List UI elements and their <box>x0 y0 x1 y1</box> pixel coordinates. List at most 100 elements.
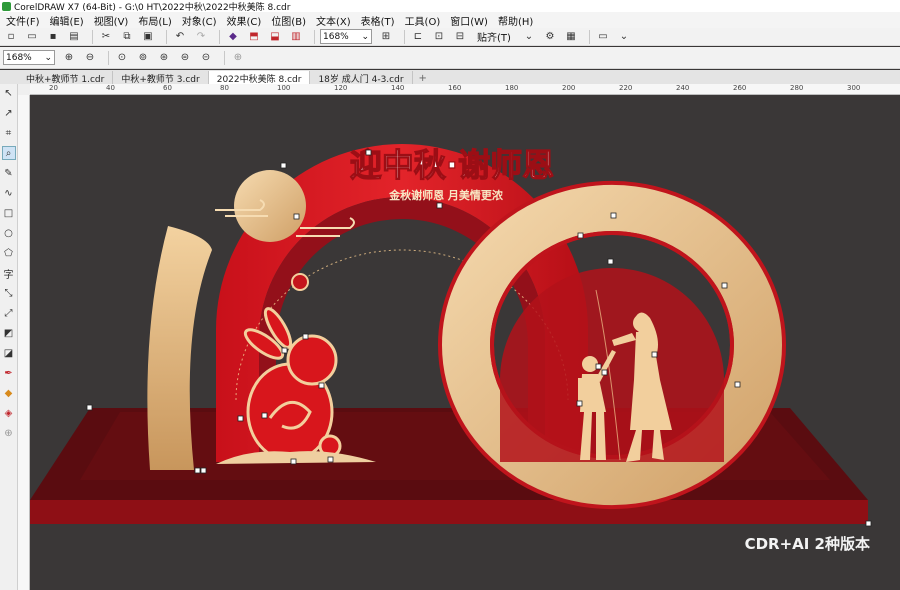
full-screen-icon[interactable]: ⊞ <box>378 30 394 44</box>
selection-handle[interactable] <box>577 232 584 239</box>
zoom-tool-icon[interactable]: ⌕ <box>1 146 16 160</box>
crop-tool-icon[interactable]: ⌗ <box>2 126 16 140</box>
color-eyedropper-tool-icon[interactable]: ✒ <box>2 366 16 380</box>
menu-view[interactable]: 视图(V) <box>92 13 137 28</box>
selection-handle[interactable] <box>595 363 602 370</box>
menu-object[interactable]: 对象(C) <box>180 13 225 28</box>
toolbar-divider <box>166 29 167 44</box>
ruler-origin[interactable] <box>18 84 30 95</box>
selection-handle[interactable] <box>327 456 334 463</box>
export-pdf-icon[interactable]: ▥ <box>288 30 304 44</box>
connector-tool-icon[interactable]: ⤢ <box>2 306 16 320</box>
text-tool-icon[interactable]: 字 <box>2 266 16 281</box>
show-grid-icon[interactable]: ⊡ <box>431 30 447 44</box>
selection-handle[interactable] <box>200 467 207 474</box>
zoom-out-icon[interactable]: ⊖ <box>82 51 98 65</box>
options-icon[interactable]: ⚙ <box>542 30 558 44</box>
zoom-to-selected-icon[interactable]: ⊙ <box>114 51 130 65</box>
menu-layout[interactable]: 布局(L) <box>136 13 179 28</box>
pick-tool-icon[interactable]: ↖ <box>2 86 16 100</box>
snap-to-button[interactable]: 贴齐(T) <box>473 29 515 44</box>
menu-bitmaps[interactable]: 位图(B) <box>269 13 314 28</box>
menu-help[interactable]: 帮助(H) <box>496 13 541 28</box>
parallel-dimension-tool-icon[interactable]: ⤡ <box>2 286 16 300</box>
chevron-down-icon[interactable]: ⌄ <box>616 30 632 44</box>
selection-handle[interactable] <box>721 282 728 289</box>
selection-handle[interactable] <box>576 400 583 407</box>
selection-handle[interactable] <box>365 149 372 156</box>
redo-icon[interactable]: ↷ <box>193 30 209 44</box>
zoom-level-value: 168% <box>323 31 349 42</box>
ruler-label: 300 <box>847 84 861 92</box>
menu-text[interactable]: 文本(X) <box>314 13 359 28</box>
new-document-icon[interactable]: ▫ <box>3 30 19 44</box>
import-icon[interactable]: ⬒ <box>246 30 262 44</box>
show-guidelines-icon[interactable]: ⊟ <box>452 30 468 44</box>
menu-edit[interactable]: 编辑(E) <box>48 13 92 28</box>
zoom-level-select[interactable]: 168% ⌄ <box>320 29 372 44</box>
selection-handle[interactable] <box>610 212 617 219</box>
export-icon[interactable]: ⬓ <box>267 30 283 44</box>
selection-handle[interactable] <box>293 213 300 220</box>
tab-document-1[interactable]: 中秋+教师节 1.cdr <box>18 71 114 85</box>
ruler-label: 40 <box>106 84 115 92</box>
copy-icon[interactable]: ⧉ <box>119 30 135 44</box>
shape-tool-icon[interactable]: ↗ <box>2 106 16 120</box>
menu-window[interactable]: 窗口(W) <box>448 13 496 28</box>
selection-handle[interactable] <box>865 520 872 527</box>
print-icon[interactable]: ▤ <box>66 30 82 44</box>
selection-handle[interactable] <box>302 333 309 340</box>
tab-document-3[interactable]: 2022中秋美陈 8.cdr <box>208 71 311 85</box>
selection-handle[interactable] <box>194 467 201 474</box>
selection-handle[interactable] <box>237 415 244 422</box>
selection-handle[interactable] <box>86 404 93 411</box>
zoom-to-all-objects-icon[interactable]: ⊚ <box>135 51 151 65</box>
selection-handle[interactable] <box>280 162 287 169</box>
tab-document-4[interactable]: 18岁 成人门 4-3.cdr <box>310 71 413 85</box>
selection-handle[interactable] <box>601 369 608 376</box>
open-folder-icon[interactable]: ▭ <box>24 30 40 44</box>
show-rulers-icon[interactable]: ⊏ <box>410 30 426 44</box>
selection-handle[interactable] <box>290 458 297 465</box>
menu-effects[interactable]: 效果(C) <box>225 13 270 28</box>
menu-tools[interactable]: 工具(O) <box>403 13 449 28</box>
rectangle-tool-icon[interactable]: □ <box>2 206 16 220</box>
zoom-in-icon[interactable]: ⊕ <box>61 51 77 65</box>
welcome-screen-icon[interactable]: ▭ <box>595 30 611 44</box>
selection-handle[interactable] <box>436 202 443 209</box>
ellipse-tool-icon[interactable]: ○ <box>2 226 16 240</box>
selection-handle[interactable] <box>734 381 741 388</box>
polygon-tool-icon[interactable]: ⬠ <box>2 246 16 260</box>
add-icon[interactable]: ⊕ <box>230 51 246 65</box>
drop-shadow-tool-icon[interactable]: ◩ <box>2 326 16 340</box>
selection-handle[interactable] <box>318 382 325 389</box>
menu-table[interactable]: 表格(T) <box>359 13 403 28</box>
paste-icon[interactable]: ▣ <box>140 30 156 44</box>
zoom-to-height-icon[interactable]: ⊝ <box>198 51 214 65</box>
selection-handle[interactable] <box>281 347 288 354</box>
save-icon[interactable]: ▪ <box>45 30 61 44</box>
selection-handle[interactable] <box>651 351 658 358</box>
interactive-fill-tool-icon[interactable]: ◆ <box>2 386 16 400</box>
horizontal-ruler[interactable]: 20 40 60 80 100 120 140 160 180 200 220 … <box>30 84 900 95</box>
chevron-down-icon[interactable]: ⌄ <box>521 30 537 44</box>
application-launcher-icon[interactable]: ▦ <box>563 30 579 44</box>
selection-handle[interactable] <box>607 258 614 265</box>
add-tool-icon[interactable]: ⊕ <box>2 426 16 440</box>
drawing-canvas[interactable]: 迎中秋·谢师恩 金秋谢师恩 月美情更浓 CDR+AI 2种版本 <box>30 95 900 590</box>
artistic-media-tool-icon[interactable]: ∿ <box>2 186 16 200</box>
zoom-levels-select[interactable]: 168% ⌄ <box>3 50 55 65</box>
undo-icon[interactable]: ↶ <box>172 30 188 44</box>
freehand-tool-icon[interactable]: ✎ <box>2 166 16 180</box>
tab-document-2[interactable]: 中秋+教师节 3.cdr <box>113 71 209 85</box>
transparency-tool-icon[interactable]: ◪ <box>2 346 16 360</box>
vertical-ruler[interactable] <box>18 95 30 590</box>
selection-handle[interactable] <box>261 412 268 419</box>
zoom-to-page-icon[interactable]: ⊛ <box>156 51 172 65</box>
smart-fill-tool-icon[interactable]: ◈ <box>2 406 16 420</box>
cut-icon[interactable]: ✂ <box>98 30 114 44</box>
new-tab-icon[interactable]: + <box>413 73 433 84</box>
search-content-icon[interactable]: ◆ <box>225 30 241 44</box>
menu-file[interactable]: 文件(F) <box>4 13 48 28</box>
zoom-to-width-icon[interactable]: ⊜ <box>177 51 193 65</box>
